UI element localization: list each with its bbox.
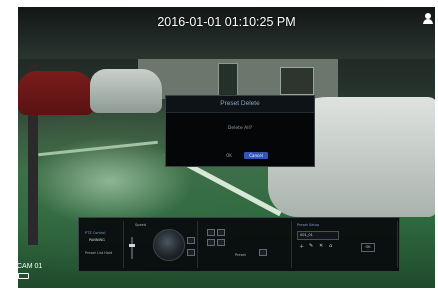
ok-button[interactable]: OK [220, 152, 238, 159]
speed-slider[interactable] [129, 237, 135, 259]
cancel-button[interactable]: Cancel [244, 152, 268, 159]
ptz-mode[interactable]: PANNING [89, 238, 105, 242]
iris-close-button[interactable] [217, 239, 225, 246]
scene-silver-car [90, 69, 162, 113]
scene-door-2 [280, 67, 314, 95]
focus-far-button[interactable] [217, 229, 225, 236]
preset-delete-icon[interactable]: ✕ [319, 243, 323, 249]
camera-view: 2016-01-01 01:10:25 PM Preset Delete Del… [18, 7, 435, 288]
ptz-joystick-pane: Speed [125, 221, 198, 268]
preset-edit-icon[interactable]: ✎ [309, 243, 313, 249]
ptz-adjust-pane: Preset [199, 221, 292, 268]
focus-near-button[interactable] [207, 229, 215, 236]
ptz-title: PTZ Control [85, 231, 106, 235]
ptz-sub-label: Preset List Hold [85, 251, 113, 255]
preset-name-input[interactable]: 001_01 [297, 231, 339, 240]
speed-label: Speed [135, 223, 146, 227]
ptz-control-panel: PTZ Control PANNING Preset List Hold Spe… [78, 217, 400, 272]
preset-add-icon[interactable]: ＋ [299, 243, 304, 250]
scene-floor-line [38, 140, 158, 157]
preset-name-value: 001_01 [300, 233, 313, 237]
hdd-icon [18, 273, 29, 279]
camera-label: CAM 01 [17, 263, 43, 270]
preset-label: Preset [235, 253, 246, 257]
user-icon[interactable] [423, 13, 433, 25]
preset-setup-ok-button[interactable]: OK [361, 243, 375, 252]
zoom-in-button[interactable] [187, 237, 195, 244]
dialog-title: Preset Delete [166, 96, 314, 113]
dialog-message: Delete All? [227, 126, 253, 131]
user-icon-body [423, 19, 433, 24]
ptz-mode-pane: PTZ Control PANNING Preset List Hold [81, 221, 124, 268]
speed-slider-knob[interactable] [129, 244, 135, 247]
zoom-out-button[interactable] [187, 249, 195, 256]
preset-select-button[interactable] [259, 249, 267, 256]
preset-home-icon[interactable]: ⌂ [329, 243, 332, 249]
scene-red-car [18, 71, 94, 115]
ptz-joystick[interactable] [153, 229, 185, 261]
preset-setup-pane: Preset Setup 001_01 ＋ ✎ ✕ ⌂ OK [293, 221, 398, 268]
preset-setup-title: Preset Setup [297, 223, 320, 227]
timestamp: 2016-01-01 01:10:25 PM [157, 15, 296, 29]
preset-delete-dialog: Preset Delete Delete All? OK Cancel [165, 95, 315, 167]
iris-open-button[interactable] [207, 239, 215, 246]
